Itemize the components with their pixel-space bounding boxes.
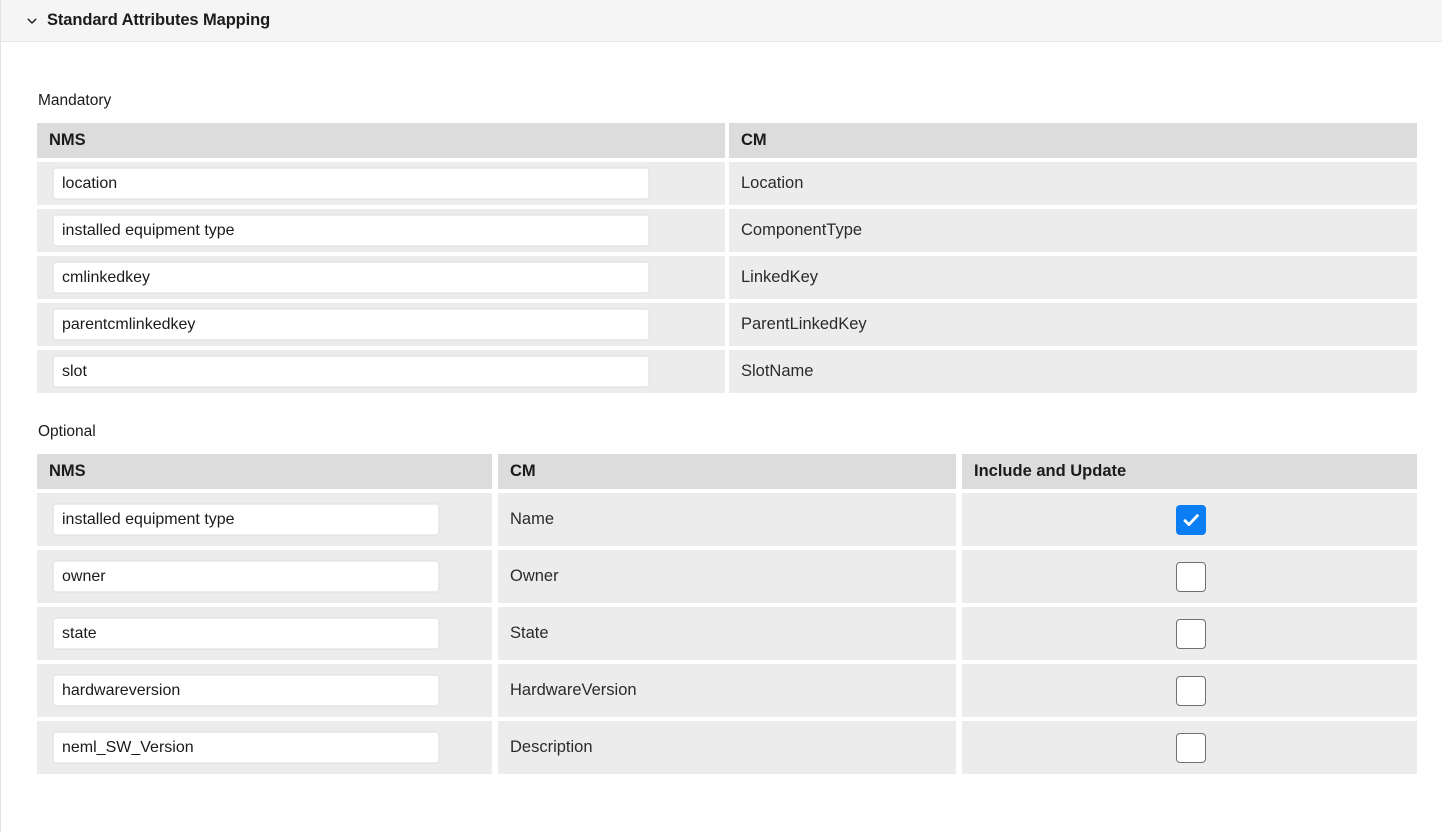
mandatory-table-header-row: NMS CM bbox=[37, 123, 1417, 158]
optional-nms-cell bbox=[37, 721, 492, 774]
mandatory-section-label: Mandatory bbox=[38, 92, 112, 109]
optional-nms-input-0[interactable] bbox=[53, 504, 439, 535]
optional-nms-input-1[interactable] bbox=[53, 561, 439, 592]
page-title: Standard Attributes Mapping bbox=[47, 11, 271, 29]
mandatory-cm-value-4: SlotName bbox=[729, 350, 1417, 393]
mandatory-cm-value-1: ComponentType bbox=[729, 209, 1417, 252]
table-row: HardwareVersion bbox=[37, 664, 1417, 717]
table-row: Owner bbox=[37, 550, 1417, 603]
optional-nms-input-3[interactable] bbox=[53, 675, 439, 706]
optional-include-cell bbox=[962, 664, 1417, 717]
optional-nms-input-2[interactable] bbox=[53, 618, 439, 649]
include-and-update-checkbox-4[interactable] bbox=[1175, 732, 1206, 763]
optional-cm-value-3: HardwareVersion bbox=[498, 664, 956, 717]
checkbox-wrapper bbox=[974, 561, 1417, 592]
checkbox-wrapper bbox=[974, 618, 1417, 649]
include-and-update-checkbox-0[interactable] bbox=[1175, 504, 1206, 535]
panel-body: Mandatory NMS CM Location ComponentType bbox=[1, 92, 1442, 774]
optional-column-header-include-and-update: Include and Update bbox=[962, 454, 1417, 489]
optional-nms-cell bbox=[37, 607, 492, 660]
mandatory-nms-cell bbox=[37, 256, 725, 299]
mandatory-nms-cell bbox=[37, 303, 725, 346]
optional-table: NMS CM Include and Update Name bbox=[37, 454, 1417, 774]
optional-nms-input-4[interactable] bbox=[53, 732, 439, 763]
optional-include-cell bbox=[962, 493, 1417, 546]
mandatory-column-header-cm: CM bbox=[729, 123, 1417, 158]
optional-nms-cell bbox=[37, 550, 492, 603]
checkbox-wrapper bbox=[974, 504, 1417, 535]
optional-column-header-cm: CM bbox=[498, 454, 956, 489]
panel-header-toggle[interactable]: Standard Attributes Mapping bbox=[1, 0, 1442, 42]
table-row: ComponentType bbox=[37, 209, 1417, 252]
optional-table-header-row: NMS CM Include and Update bbox=[37, 454, 1417, 489]
mandatory-nms-cell bbox=[37, 350, 725, 393]
optional-include-cell bbox=[962, 721, 1417, 774]
optional-include-cell bbox=[962, 550, 1417, 603]
mandatory-cm-value-0: Location bbox=[729, 162, 1417, 205]
mandatory-nms-input-4[interactable] bbox=[53, 356, 649, 387]
mandatory-cm-value-3: ParentLinkedKey bbox=[729, 303, 1417, 346]
table-row: State bbox=[37, 607, 1417, 660]
table-row: Location bbox=[37, 162, 1417, 205]
include-and-update-checkbox-1[interactable] bbox=[1175, 561, 1206, 592]
mandatory-table: NMS CM Location ComponentType bbox=[37, 123, 1417, 393]
optional-cm-value-1: Owner bbox=[498, 550, 956, 603]
mandatory-cm-value-2: LinkedKey bbox=[729, 256, 1417, 299]
standard-attributes-mapping-panel: Standard Attributes Mapping Mandatory NM… bbox=[0, 0, 1442, 832]
optional-cm-value-2: State bbox=[498, 607, 956, 660]
optional-cm-value-0: Name bbox=[498, 493, 956, 546]
optional-column-header-nms: NMS bbox=[37, 454, 492, 489]
optional-nms-cell bbox=[37, 664, 492, 717]
table-row: ParentLinkedKey bbox=[37, 303, 1417, 346]
mandatory-nms-cell bbox=[37, 162, 725, 205]
mandatory-nms-input-2[interactable] bbox=[53, 262, 649, 293]
optional-include-cell bbox=[962, 607, 1417, 660]
checkbox-wrapper bbox=[974, 732, 1417, 763]
chevron-down-icon bbox=[25, 14, 39, 28]
include-and-update-checkbox-3[interactable] bbox=[1175, 675, 1206, 706]
table-row: SlotName bbox=[37, 350, 1417, 393]
optional-nms-cell bbox=[37, 493, 492, 546]
include-and-update-checkbox-2[interactable] bbox=[1175, 618, 1206, 649]
mandatory-nms-cell bbox=[37, 209, 725, 252]
mandatory-nms-input-0[interactable] bbox=[53, 168, 649, 199]
table-row: Description bbox=[37, 721, 1417, 774]
mandatory-nms-input-3[interactable] bbox=[53, 309, 649, 340]
table-row: LinkedKey bbox=[37, 256, 1417, 299]
mandatory-nms-input-1[interactable] bbox=[53, 215, 649, 246]
optional-cm-value-4: Description bbox=[498, 721, 956, 774]
table-row: Name bbox=[37, 493, 1417, 546]
optional-section-label: Optional bbox=[38, 423, 96, 440]
mandatory-column-header-nms: NMS bbox=[37, 123, 725, 158]
checkbox-wrapper bbox=[974, 675, 1417, 706]
